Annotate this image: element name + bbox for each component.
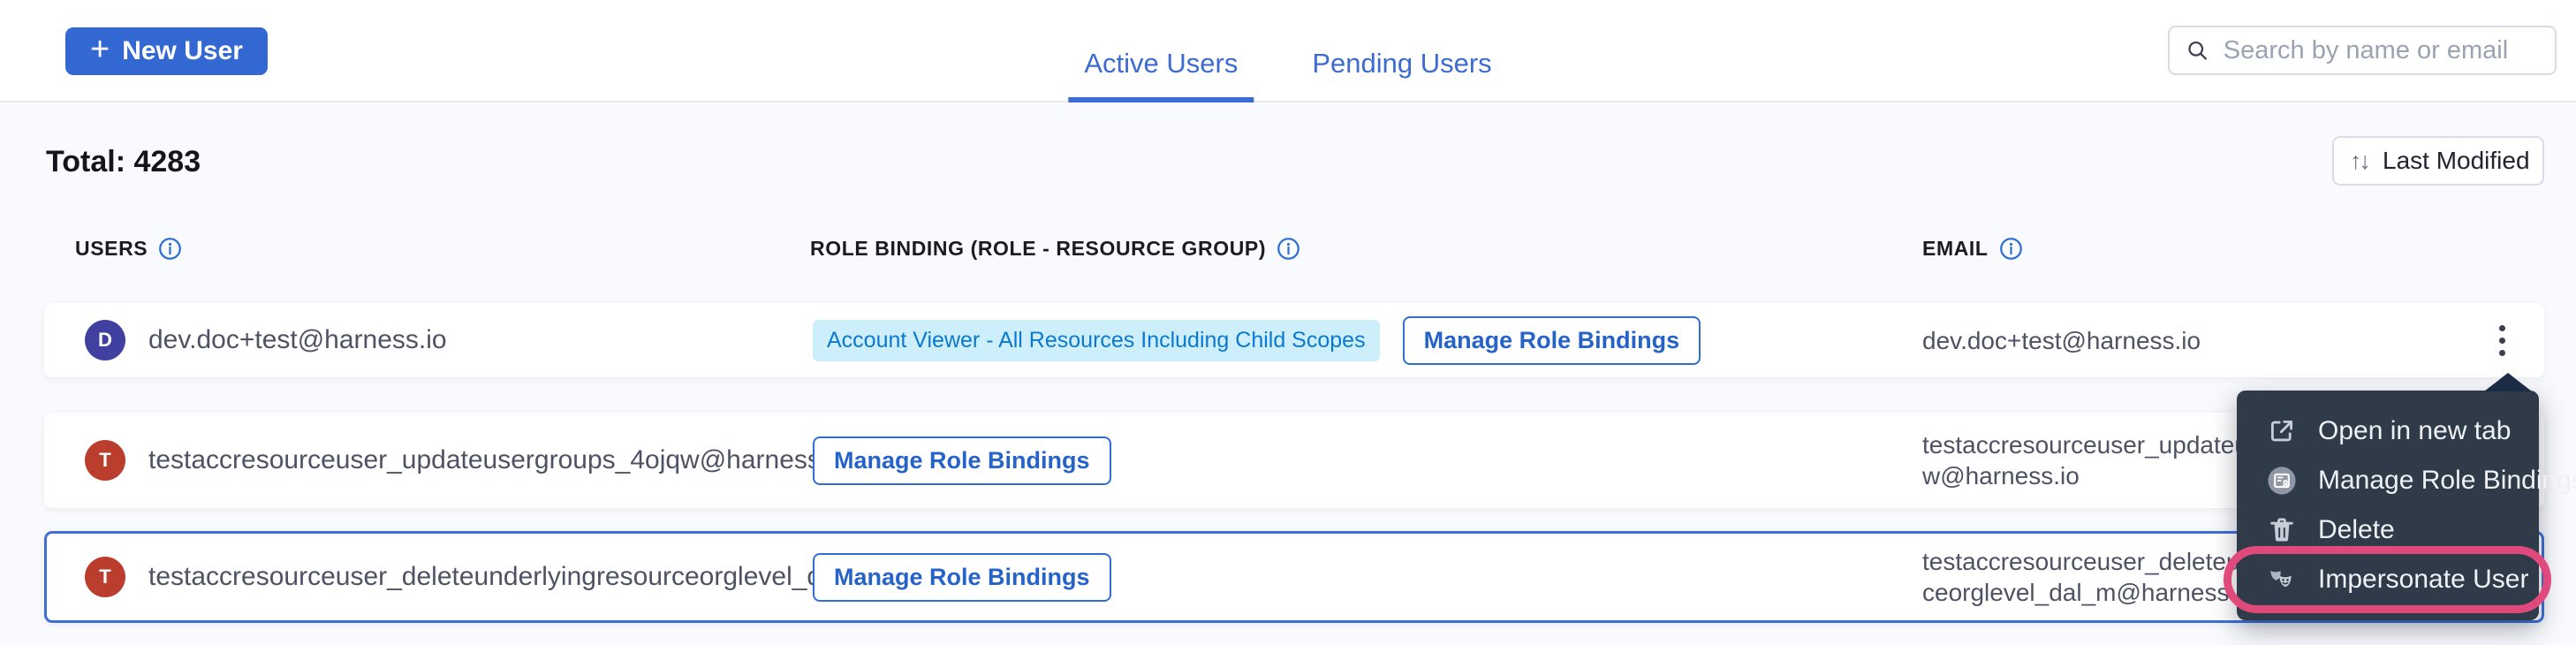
column-header-role-binding: ROLE BINDING (ROLE - RESOURCE GROUP): [810, 237, 1300, 261]
column-header-role-binding-label: ROLE BINDING (ROLE - RESOURCE GROUP): [810, 237, 1266, 261]
info-icon[interactable]: [1999, 237, 2023, 261]
total-count: Total: 4283: [46, 145, 201, 179]
context-menu-caret: [2484, 373, 2532, 391]
table-row[interactable]: D dev.doc+test@harness.io Account Viewer…: [44, 303, 2544, 377]
menu-item-manage-role-bindings[interactable]: Manage Role Bindings: [2237, 456, 2539, 505]
row-menu-kebab-icon[interactable]: [2459, 316, 2544, 365]
menu-item-open-in-new-tab[interactable]: Open in new tab: [2237, 406, 2539, 456]
external-link-icon: [2267, 416, 2297, 446]
user-cell: D dev.doc+test@harness.io: [85, 320, 813, 360]
sort-dropdown[interactable]: ↑↓ Last Modified: [2332, 136, 2544, 186]
info-icon[interactable]: [158, 237, 182, 261]
search-box[interactable]: [2168, 26, 2557, 75]
column-header-users: USERS: [75, 237, 182, 261]
user-name: testaccresourceuser_updateusergroups_4oj…: [148, 445, 813, 475]
new-user-button[interactable]: + New User: [65, 27, 268, 75]
tab-active-users[interactable]: Active Users: [1068, 48, 1254, 102]
search-input[interactable]: [2224, 36, 2539, 65]
menu-item-label: Impersonate User: [2318, 565, 2528, 595]
manage-role-bindings-button[interactable]: Manage Role Bindings: [813, 553, 1111, 602]
menu-item-impersonate-user[interactable]: Impersonate User: [2237, 555, 2539, 604]
avatar: T: [85, 440, 125, 481]
avatar: D: [85, 320, 125, 360]
email-cell: dev.doc+test@harness.io: [1922, 325, 2459, 356]
menu-item-label: Open in new tab: [2318, 416, 2511, 446]
role-binding-cell: Manage Role Bindings: [813, 553, 1922, 602]
avatar: T: [85, 557, 125, 597]
masks-icon: [2267, 565, 2297, 595]
trash-icon: [2267, 515, 2297, 545]
menu-item-delete[interactable]: Delete: [2237, 505, 2539, 555]
menu-item-label: Manage Role Bindings: [2318, 466, 2576, 496]
sort-selected-value: Last Modified: [2383, 147, 2530, 175]
email-line: dev.doc+test@harness.io: [1922, 325, 2459, 356]
column-header-email: EMAIL: [1922, 237, 2023, 261]
row-context-menu: Open in new tab Manage Role Bindings Del…: [2237, 391, 2539, 620]
manage-role-bindings-button[interactable]: Manage Role Bindings: [1403, 316, 1701, 365]
user-cell: T testaccresourceuser_updateusergroups_4…: [85, 440, 813, 481]
sort-arrows-icon: ↑↓: [2350, 148, 2368, 175]
column-header-users-label: USERS: [75, 237, 148, 261]
tab-pending-users[interactable]: Pending Users: [1296, 48, 1507, 102]
column-header-email-label: EMAIL: [1922, 237, 1989, 261]
top-bar: + New User Active Users Pending Users: [0, 0, 2576, 102]
user-name: testaccresourceuser_deleteunderlyingreso…: [148, 562, 813, 592]
role-bindings-icon: [2267, 466, 2297, 496]
user-cell: T testaccresourceuser_deleteunderlyingre…: [85, 557, 813, 597]
new-user-button-label: New User: [122, 36, 243, 66]
users-panel: Total: 4283 ↑↓ Last Modified USERS ROLE …: [0, 104, 2576, 645]
tab-bar: Active Users Pending Users: [1068, 48, 1507, 102]
role-binding-cell: Account Viewer - All Resources Including…: [813, 316, 1922, 365]
role-binding-cell: Manage Role Bindings: [813, 436, 1922, 485]
role-binding-badge: Account Viewer - All Resources Including…: [813, 320, 1380, 361]
search-icon: [2186, 37, 2209, 64]
plus-icon: +: [90, 33, 110, 66]
user-name: dev.doc+test@harness.io: [148, 325, 447, 355]
manage-role-bindings-button[interactable]: Manage Role Bindings: [813, 436, 1111, 485]
table-row-selected[interactable]: T testaccresourceuser_deleteunderlyingre…: [44, 531, 2544, 623]
table-row[interactable]: T testaccresourceuser_updateusergroups_4…: [44, 413, 2544, 508]
menu-item-label: Delete: [2318, 515, 2395, 545]
info-icon[interactable]: [1277, 237, 1300, 261]
